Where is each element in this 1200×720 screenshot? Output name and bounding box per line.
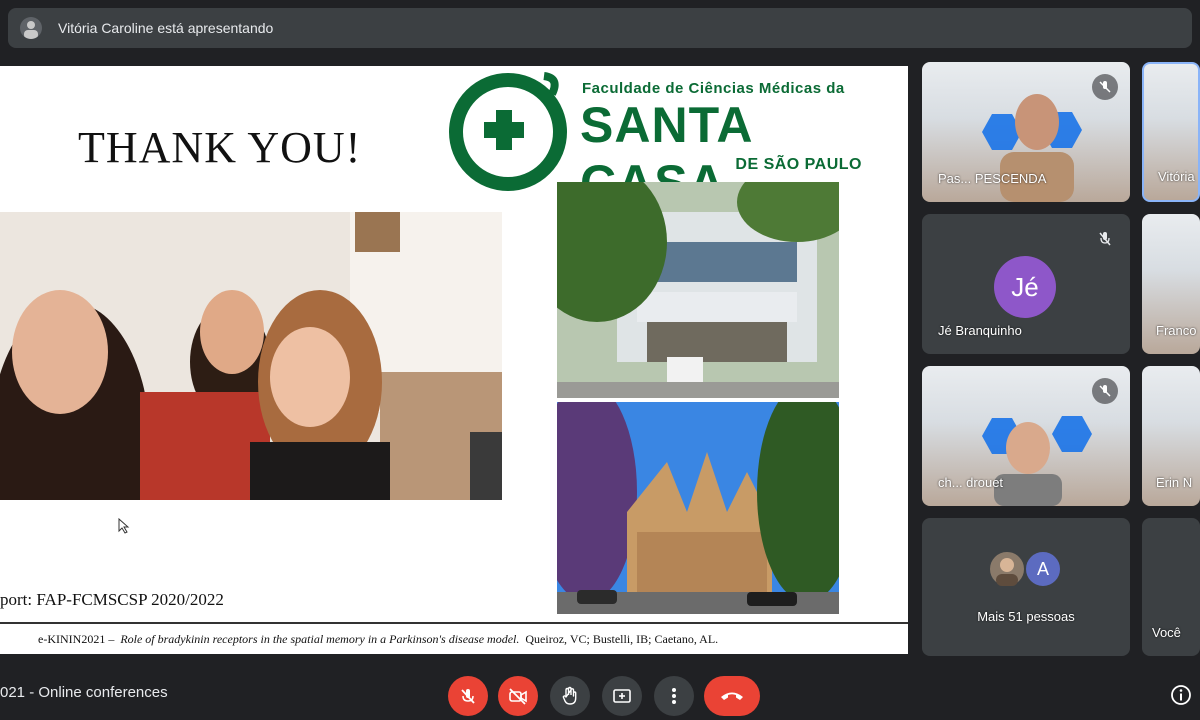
more-options-button[interactable] — [654, 676, 694, 716]
santa-casa-logo: Faculdade de Ciências Médicas da SANTA C… — [448, 70, 868, 211]
logo-line1: Faculdade de Ciências Médicas da — [582, 80, 845, 97]
presenting-banner: Vitória Caroline está apresentando — [8, 8, 1192, 48]
mic-toggle-button[interactable] — [448, 676, 488, 716]
participant-name: Franco — [1156, 323, 1197, 338]
logo-line3: DE SÃO PAULO — [735, 156, 862, 173]
avatar: A — [1024, 550, 1062, 588]
cross-emblem-icon — [449, 72, 567, 191]
church-photo — [557, 402, 839, 614]
participant-tile[interactable]: Vitória — [1142, 62, 1200, 202]
citation-title: Role of bradykinin receptors in the spat… — [120, 631, 520, 646]
mic-off-icon — [461, 689, 475, 704]
meeting-info-button[interactable] — [1168, 682, 1194, 708]
slide-title: THANK YOU! — [78, 123, 362, 172]
building-photo — [557, 182, 839, 398]
participant-name: Jé Branquinho — [938, 323, 1022, 338]
info-icon — [1171, 685, 1191, 705]
citation-event: e-KININ2021 – — [38, 631, 115, 646]
participant-name: Vitória — [1158, 169, 1195, 184]
camera-toggle-button[interactable] — [498, 676, 538, 716]
citation-footer: e-KININ2021 – Role of bradykinin recepto… — [0, 622, 908, 654]
participant-tile[interactable]: Jé Jé Branquinho — [922, 214, 1130, 354]
avatar: Jé — [994, 256, 1056, 318]
presentation-stage: THANK YOU! Faculdade de Ciências Médicas… — [0, 66, 908, 654]
present-button[interactable] — [602, 676, 642, 716]
participant-name: Mais 51 pessoas — [977, 609, 1075, 624]
participant-name: ch... drouet — [938, 475, 1004, 490]
participant-tile[interactable]: Erin N — [1142, 366, 1200, 506]
raise-hand-button[interactable] — [550, 676, 590, 716]
participant-name: Erin N — [1156, 475, 1193, 490]
mic-off-icon — [1092, 74, 1118, 100]
mouse-cursor-icon — [118, 518, 130, 534]
group-selfie-photo — [0, 212, 502, 500]
participant-tile[interactable]: Franco — [1142, 214, 1200, 354]
camera-off-icon — [509, 688, 527, 705]
raise-hand-icon — [562, 686, 577, 705]
mic-off-icon — [1092, 226, 1118, 252]
participant-tile[interactable]: ch... drouet — [922, 366, 1130, 506]
participant-name: Você — [1152, 625, 1181, 640]
present-icon — [613, 689, 631, 703]
participant-name: Pas... PESCENDA — [938, 171, 1047, 186]
participant-tile[interactable]: Pas... PESCENDA — [922, 62, 1130, 202]
presenting-text: Vitória Caroline está apresentando — [58, 20, 274, 36]
more-options-icon — [672, 688, 676, 704]
avatar — [988, 550, 1026, 588]
hang-up-icon — [721, 692, 743, 700]
mic-off-icon — [1092, 378, 1118, 404]
more-participants-tile[interactable]: A Mais 51 pessoas — [922, 518, 1130, 656]
citation-authors: Queiroz, VC; Bustelli, IB; Caetano, AL. — [525, 631, 719, 646]
self-tile[interactable]: Você — [1142, 518, 1200, 656]
support-text: port: FAP-FCMSCSP 2020/2022 — [0, 590, 224, 609]
meeting-title: 021 - Online conferences — [0, 684, 168, 701]
leave-call-button[interactable] — [704, 676, 760, 716]
presenter-avatar — [20, 17, 42, 39]
